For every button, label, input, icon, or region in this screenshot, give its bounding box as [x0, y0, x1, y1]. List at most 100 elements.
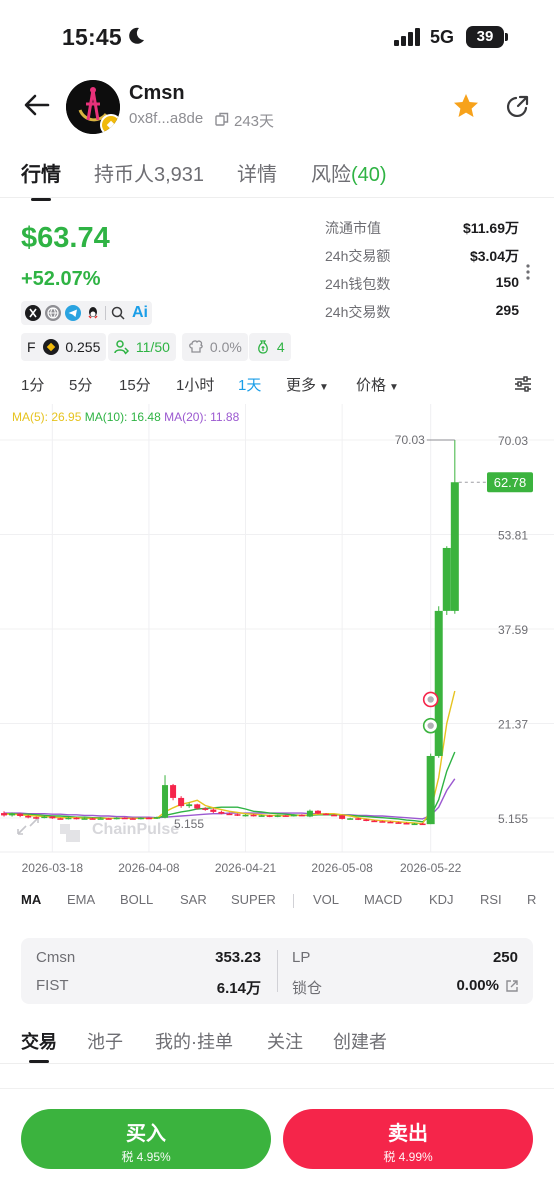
bag-count-chip[interactable]: 4 [249, 333, 291, 361]
contract-address[interactable]: 0x8f...a8de [129, 110, 203, 127]
timeframe-1d[interactable]: 1天 [238, 374, 261, 395]
tab-market[interactable]: 行情 [21, 158, 61, 201]
tab-risk-label: 风险 [311, 164, 351, 186]
holders-icon [114, 340, 130, 355]
copy-icon[interactable] [215, 112, 229, 126]
indicator-kdj[interactable]: KDJ [429, 892, 454, 907]
stat-24h-wallets: 24h钱包数 150 [325, 274, 519, 292]
candle [170, 785, 177, 798]
holders-ratio-chip[interactable]: 11/50 [108, 333, 176, 361]
indicator-boll[interactable]: BOLL [120, 892, 153, 907]
candle [434, 610, 443, 756]
timeframe-5m[interactable]: 5分 [69, 374, 92, 395]
caret-down-icon: ▼ [319, 382, 329, 393]
indicator-super[interactable]: SUPER [231, 892, 276, 907]
buy-button[interactable]: 买入 税 4.95% [21, 1109, 271, 1169]
ma20-label: MA(20): 11.88 [164, 410, 240, 424]
x-icon[interactable] [25, 305, 41, 321]
indicator-divider [293, 894, 294, 908]
candle [242, 814, 249, 817]
candle [202, 808, 209, 810]
indicator-macd[interactable]: MACD [364, 892, 402, 907]
tab-trades[interactable]: 交易 [21, 1028, 57, 1063]
indicator-r[interactable]: R [527, 892, 536, 907]
tab-risk[interactable]: 风险(40) [311, 158, 387, 187]
chip-prefix: F [27, 339, 36, 355]
sliders-icon[interactable] [513, 374, 533, 394]
candlestick-chart[interactable]: ChainPulse 70.03 53.81 37.59 21.37 5.155 2026… [0, 404, 554, 884]
y-tick-label: 5.155 [498, 812, 528, 826]
back-arrow-icon[interactable] [22, 90, 52, 120]
candle [153, 817, 160, 819]
stat-24h-trades: 24h交易数 295 [325, 302, 519, 320]
candle [9, 813, 16, 816]
pool-divider [277, 950, 278, 992]
external-link-icon[interactable] [505, 979, 519, 993]
indicator-ma[interactable]: MA [21, 892, 41, 907]
candle [33, 817, 40, 819]
candle [17, 813, 24, 816]
share-icon[interactable] [504, 94, 530, 120]
ai-button[interactable]: Ai [132, 304, 148, 322]
indicator-ema[interactable]: EMA [67, 892, 95, 907]
timeframe-15m[interactable]: 15分 [119, 374, 151, 395]
candle [314, 810, 321, 814]
tab-creator[interactable]: 创建者 [333, 1028, 387, 1054]
tab-details[interactable]: 详情 [237, 158, 277, 187]
candle [363, 819, 370, 821]
candle [442, 547, 451, 611]
sell-button[interactable]: 卖出 税 4.99% [283, 1109, 533, 1169]
sell-label: 卖出 [388, 1123, 428, 1145]
candle [41, 816, 48, 819]
buy-marker-avatar [427, 722, 434, 729]
tab-watchlist[interactable]: 关注 [267, 1028, 303, 1054]
pool-card: Cmsn 353.23 FIST 6.14万 LP 250 锁仓 0.00% [21, 938, 533, 1004]
timeframe-1m[interactable]: 1分 [21, 374, 44, 395]
signal-icon [394, 28, 420, 46]
qq-icon[interactable] [85, 305, 101, 321]
candle [426, 755, 435, 825]
candle [331, 814, 338, 817]
tab-details-label: 详情 [237, 164, 277, 186]
candle [1, 813, 8, 816]
token-header: Cmsn 0x8f...a8de 243天 [0, 72, 554, 142]
timeframe-more[interactable]: 更多 ▼ [286, 374, 329, 395]
lock-value: 0.00% [456, 977, 499, 994]
bnb-icon [43, 339, 60, 355]
tab-pools[interactable]: 池子 [87, 1028, 123, 1054]
candle [105, 818, 112, 820]
candle [250, 814, 257, 817]
more-vertical-icon[interactable] [524, 262, 532, 282]
four-meme-chip[interactable]: F 0.255 [21, 333, 107, 361]
low-label: 5.155 [174, 817, 204, 831]
tab-holders[interactable]: 持币人3,931 [94, 158, 204, 187]
candle [73, 817, 80, 820]
stat-market-cap: 流通市值 $11.69万 [325, 220, 519, 236]
candle [387, 821, 394, 824]
candle [89, 818, 96, 820]
social-divider [105, 306, 106, 320]
ma-legend: MA(5): 26.95 MA(10): 16.48 MA(20): 11.88 [12, 410, 239, 424]
indicator-vol[interactable]: VOL [313, 892, 339, 907]
high-label: 70.03 [395, 433, 425, 447]
indicator-sar[interactable]: SAR [180, 892, 207, 907]
telegram-icon[interactable] [65, 305, 81, 321]
buy-label: 买入 [126, 1123, 166, 1145]
candle [282, 815, 289, 817]
price-mode-select[interactable]: 价格 ▼ [356, 374, 399, 395]
candle [137, 817, 144, 820]
indicator-rsi[interactable]: RSI [480, 892, 502, 907]
dev-hold-chip[interactable]: 0.0% [182, 333, 248, 361]
search-icon[interactable] [110, 305, 126, 321]
x-tick-label: 2026-05-08 [311, 861, 373, 875]
timeframe-1h[interactable]: 1小时 [176, 374, 214, 395]
chart-canvas[interactable]: ChainPulse 70.03 53.81 37.59 21.37 5.155 2026… [0, 404, 554, 884]
globe-icon[interactable] [45, 305, 61, 321]
trade-action-bar: 买入 税 4.95% 卖出 税 4.99% [0, 1088, 554, 1200]
candle [210, 809, 217, 812]
star-icon[interactable] [452, 92, 480, 120]
tab-my-orders[interactable]: 我的·挂单 [155, 1028, 233, 1054]
x-tick-label: 2026-05-22 [400, 861, 462, 875]
ma5-line [4, 690, 456, 825]
chip-value: 11/50 [135, 339, 170, 355]
